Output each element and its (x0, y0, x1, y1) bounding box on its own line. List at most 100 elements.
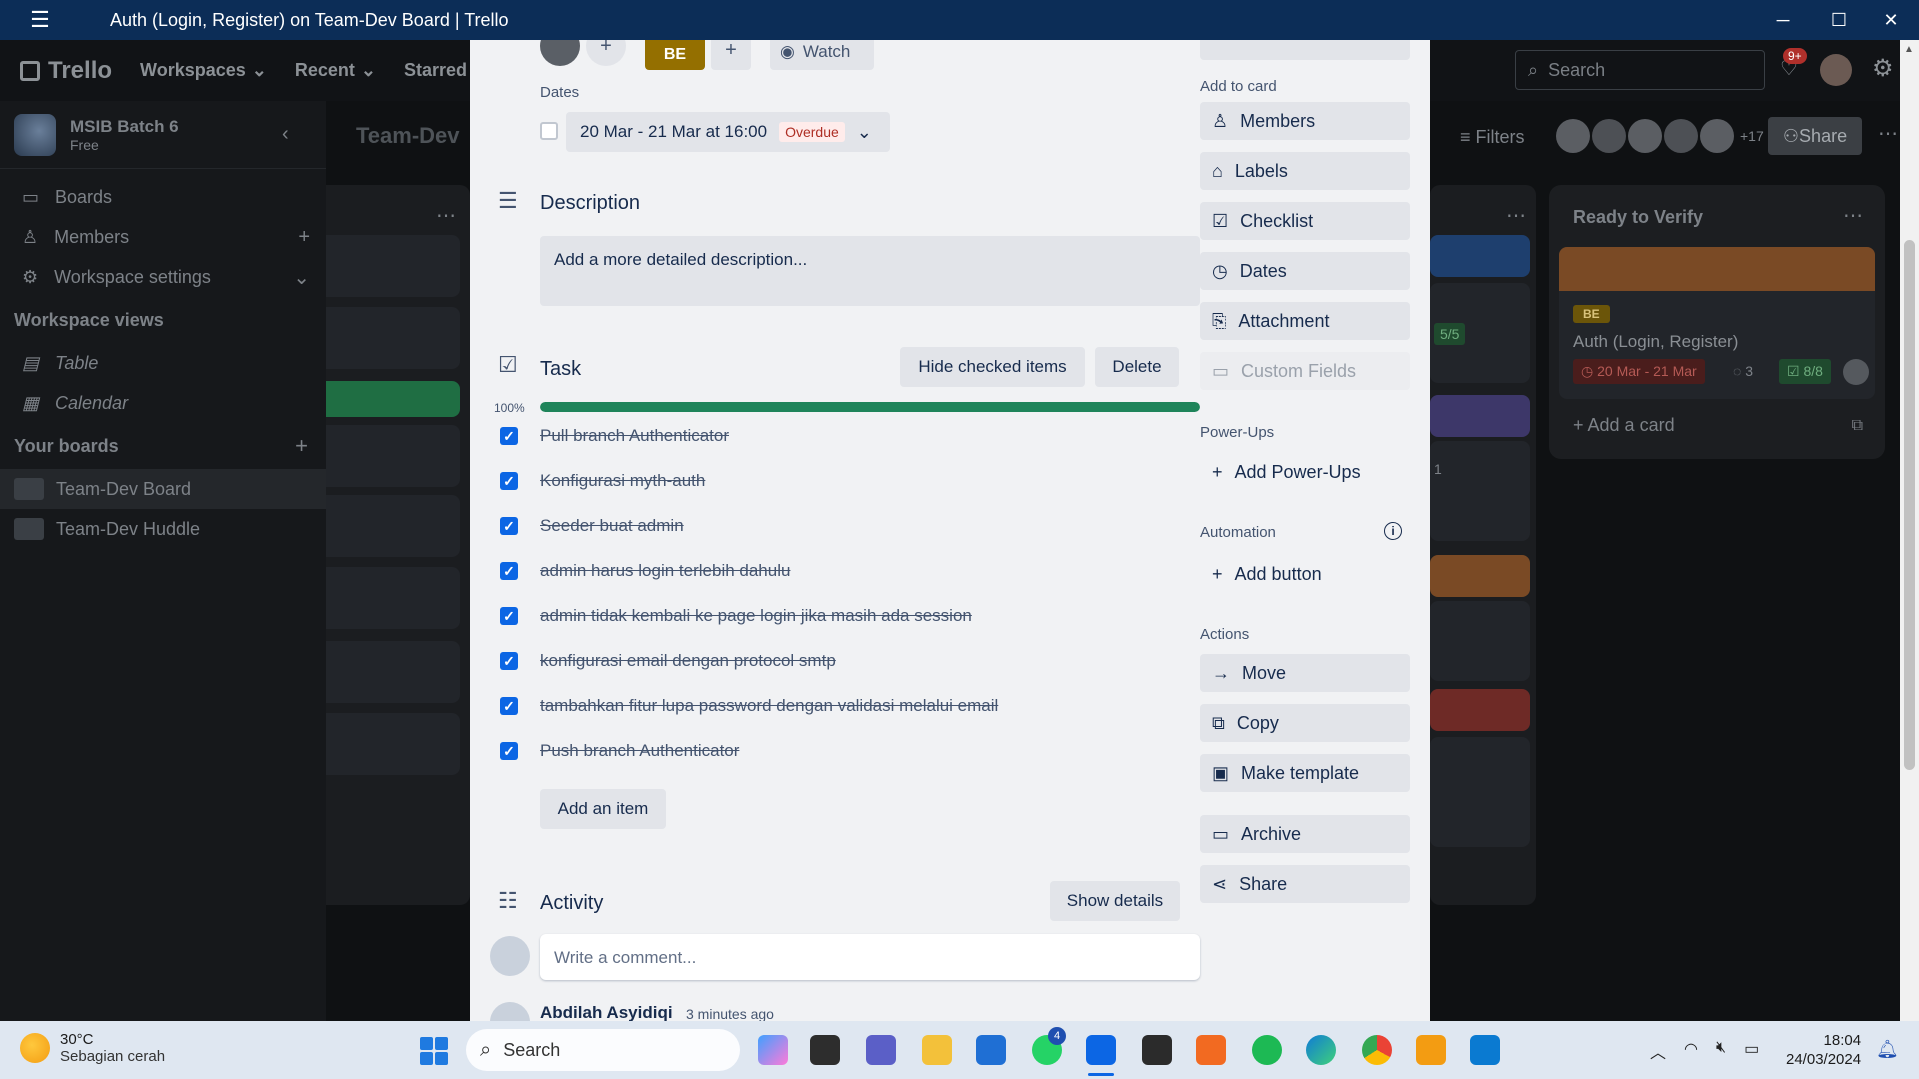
sublime-icon[interactable] (1416, 1035, 1446, 1065)
edge-icon[interactable] (1306, 1035, 1336, 1065)
trello-icon[interactable] (1086, 1035, 1116, 1065)
add-automation-button[interactable]: + Add button (1200, 555, 1410, 593)
make-template-button[interactable]: ▣ Make template (1200, 754, 1410, 792)
sidebar-item-table[interactable]: ▤ Table (0, 343, 326, 383)
copy-button[interactable]: ⧉ Copy (1200, 704, 1410, 742)
dates-complete-checkbox[interactable] (540, 122, 558, 140)
teams-icon[interactable] (866, 1035, 896, 1065)
add-member-icon[interactable]: + (586, 40, 626, 66)
checkbox-checked-icon[interactable]: ✓ (500, 472, 518, 490)
board-share-button[interactable]: ⚇ Share (1768, 117, 1862, 155)
checklist-item[interactable]: ✓ admin harus login terlebih dahulu (500, 554, 1200, 588)
show-details-button[interactable]: Show details (1050, 881, 1180, 921)
checkbox-checked-icon[interactable]: ✓ (500, 742, 518, 760)
system-clock[interactable]: 18:04 24/03/2024 (1786, 1031, 1861, 1069)
settings-gear-icon[interactable]: ⚙ (1872, 54, 1894, 83)
activity-author[interactable]: Abdilah Asyidiqi (540, 1003, 673, 1021)
member-avatar[interactable] (540, 40, 580, 66)
list-menu-icon[interactable]: ⋯ (1843, 203, 1863, 228)
checklist-item[interactable]: ✓ konfigurasi email dengan protocol smtp (500, 644, 1200, 678)
nav-recent[interactable]: Recent ⌄ (295, 60, 376, 81)
attachment-button[interactable]: ⎘ Attachment (1200, 302, 1410, 340)
mute-icon[interactable]: 🔇︎ (1716, 1039, 1726, 1063)
checklist-item[interactable]: ✓ Konfigurasi myth-auth (500, 464, 1200, 498)
nav-workspaces[interactable]: Workspaces ⌄ (140, 60, 267, 81)
add-board-icon[interactable]: + (295, 433, 308, 459)
members-button[interactable]: ♙ Members (1200, 102, 1410, 140)
dates-side-button[interactable]: ◷ Dates (1200, 252, 1410, 290)
checkbox-checked-icon[interactable]: ✓ (500, 697, 518, 715)
chevron-up-icon[interactable]: ︿ (1650, 1039, 1666, 1063)
checkbox-checked-icon[interactable]: ✓ (500, 562, 518, 580)
spotify-icon[interactable] (1252, 1035, 1282, 1065)
taskbar-search[interactable]: ⌕ Search (466, 1029, 740, 1071)
scroll-up-icon[interactable]: ▲ (1904, 44, 1914, 55)
checklist-item[interactable]: ✓ Seeder buat admin (500, 509, 1200, 543)
card-auth[interactable]: BE Auth (Login, Register) ◷ 20 Mar - 21 … (1559, 247, 1875, 399)
join-button[interactable] (1200, 40, 1410, 60)
add-item-button[interactable]: Add an item (540, 789, 666, 829)
labels-button[interactable]: ⌂ Labels (1200, 152, 1410, 190)
terminal-icon[interactable] (1142, 1035, 1172, 1065)
list-menu-icon[interactable]: ⋯ (1506, 203, 1526, 228)
wifi-icon[interactable]: ◠ (1684, 1039, 1698, 1063)
checklist-item[interactable]: ✓ Push branch Authenticator (500, 734, 1200, 768)
hamburger-icon[interactable]: ☰ (0, 0, 80, 40)
board-more-icon[interactable]: ⋯ (1878, 121, 1898, 146)
battery-icon[interactable]: ▭ (1744, 1039, 1759, 1063)
checklist-item[interactable]: ✓ admin tidak kembali ke page login jika … (500, 599, 1200, 633)
card-template-icon[interactable]: ⧉ (1852, 417, 1863, 435)
start-button[interactable] (420, 1037, 448, 1065)
description-editor[interactable]: Add a more detailed description... (540, 236, 1200, 306)
header-search[interactable]: ⌕ Search (1515, 50, 1765, 90)
checkbox-checked-icon[interactable]: ✓ (500, 607, 518, 625)
dates-button[interactable]: 20 Mar - 21 Mar at 16:00 Overdue ⌄ (566, 112, 890, 152)
scrollbar-thumb[interactable] (1904, 240, 1915, 770)
sidebar-board-team-dev-huddle[interactable]: Team-Dev Huddle (0, 509, 326, 549)
filters-button[interactable]: ≡ Filters (1460, 127, 1525, 148)
sidebar-board-team-dev-board[interactable]: Team-Dev Board (0, 469, 326, 509)
info-icon[interactable]: i (1384, 522, 1402, 540)
trello-logo[interactable]: Trello (20, 57, 112, 85)
maximize-icon[interactable]: ☐ (1811, 0, 1867, 40)
file-explorer-icon[interactable] (922, 1035, 952, 1065)
sidebar-item-members[interactable]: ♙ Members + (0, 217, 326, 257)
add-label-icon[interactable]: + (711, 40, 751, 70)
list-menu-icon[interactable]: ⋯ (436, 203, 456, 228)
custom-fields-button[interactable]: ▭ Custom Fields (1200, 352, 1410, 390)
nav-starred[interactable]: Starred (404, 60, 467, 81)
sidebar-item-boards[interactable]: ▭ Boards (0, 177, 326, 217)
notification-bell-icon[interactable]: 🔔︎ (1876, 1039, 1899, 1060)
checklist-item[interactable]: ✓ tambahkan fitur lupa password dengan va… (500, 689, 1200, 723)
copilot-icon[interactable] (758, 1035, 788, 1065)
label-be[interactable]: BE (645, 40, 705, 70)
xampp-icon[interactable] (1196, 1035, 1226, 1065)
comment-input[interactable]: Write a comment... (540, 934, 1200, 980)
sidebar-item-settings[interactable]: ⚙ Workspace settings ⌄ (0, 257, 326, 297)
minimize-icon[interactable]: ─ (1755, 0, 1811, 40)
user-avatar[interactable] (1820, 54, 1852, 86)
watch-button[interactable]: ◉ Watch (770, 40, 874, 70)
page-scrollbar[interactable]: ▲ (1900, 40, 1919, 1021)
store-icon[interactable] (976, 1035, 1006, 1065)
collapse-sidebar-icon[interactable]: ‹ (282, 123, 289, 146)
add-member-icon[interactable]: + (298, 226, 310, 249)
board-members[interactable]: +17 (1556, 119, 1764, 153)
chrome-icon[interactable] (1362, 1035, 1392, 1065)
close-icon[interactable]: ✕ (1863, 0, 1919, 40)
task-view-icon[interactable] (810, 1035, 840, 1065)
checklist-button[interactable]: ☑ Checklist (1200, 202, 1410, 240)
board-title[interactable]: Team-Dev (356, 123, 460, 149)
sidebar-item-calendar[interactable]: ▦ Calendar (0, 383, 326, 423)
hide-checked-items-button[interactable]: Hide checked items (900, 347, 1085, 387)
add-powerups-button[interactable]: + Add Power-Ups (1200, 453, 1410, 491)
add-card-button[interactable]: + Add a card (1573, 415, 1675, 436)
weather-widget[interactable]: 30°C Sebagian cerah (20, 1031, 165, 1065)
share-card-button[interactable]: ⋖ Share (1200, 865, 1410, 903)
workspace-header[interactable]: MSIB Batch 6 Free ‹ (0, 101, 326, 169)
checkbox-checked-icon[interactable]: ✓ (500, 517, 518, 535)
move-button[interactable]: → Move (1200, 654, 1410, 692)
list-title[interactable]: Ready to Verify (1573, 207, 1703, 228)
vscode-icon[interactable] (1470, 1035, 1500, 1065)
archive-button[interactable]: ▭ Archive (1200, 815, 1410, 853)
